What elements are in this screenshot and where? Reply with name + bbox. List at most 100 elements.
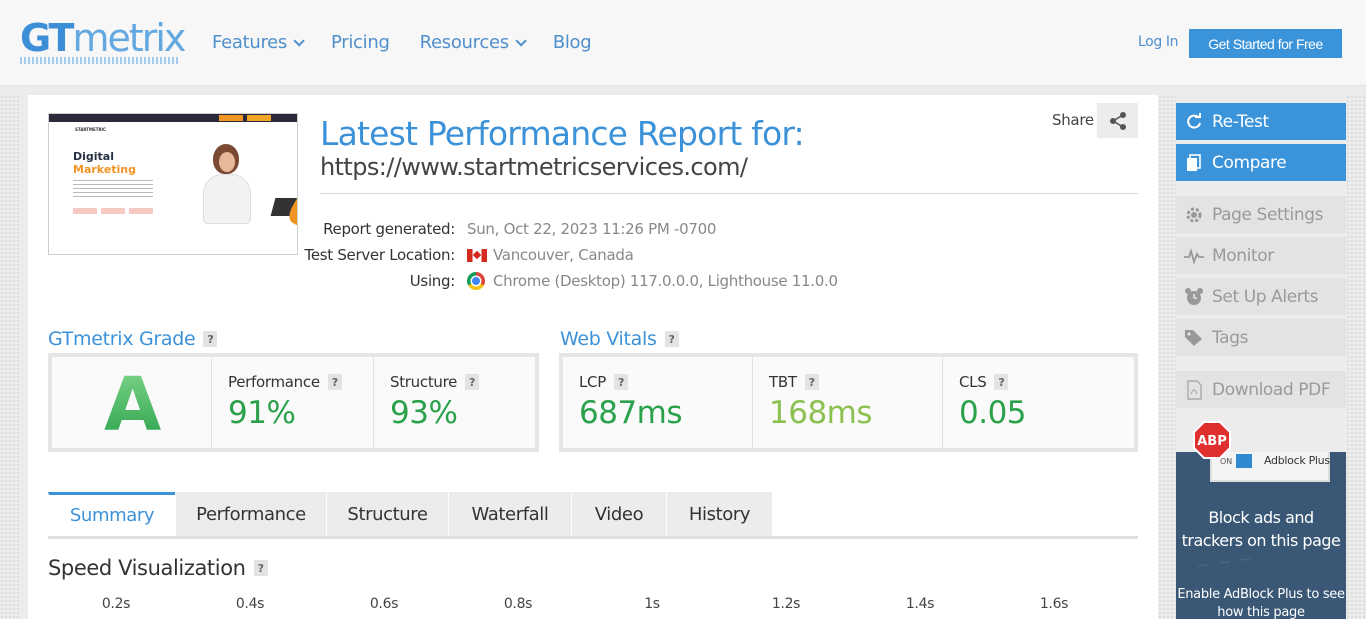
- set-up-alerts-button[interactable]: Set Up Alerts: [1176, 278, 1346, 315]
- tab-waterfall[interactable]: Waterfall: [448, 492, 571, 536]
- web-vitals-panel: LCP? 687ms TBT? 168ms CLS? 0.05: [559, 353, 1138, 452]
- performance-label: Performance?: [228, 373, 342, 391]
- timeline-tick: 1s: [644, 596, 660, 612]
- label-text: Structure: [390, 373, 458, 391]
- help-icon[interactable]: ?: [327, 374, 342, 390]
- tab-structure[interactable]: Structure: [326, 492, 448, 536]
- thumb-button: [73, 208, 97, 214]
- page-settings-button[interactable]: Page Settings: [1176, 196, 1346, 233]
- tab-summary[interactable]: Summary: [48, 492, 175, 536]
- adblock-plus-ad[interactable]: ~ ~ ~ ON Adblock Plus Block ads and trac…: [1176, 452, 1346, 619]
- background-pattern-right: [1158, 95, 1176, 619]
- tbt-label: TBT?: [769, 373, 819, 391]
- web-vitals-title: Web Vitals?: [560, 328, 679, 350]
- get-started-button[interactable]: Get Started for Free: [1189, 29, 1342, 58]
- adblock-plus-badge-icon: ABP: [1193, 421, 1231, 459]
- report-tabs: Summary Performance Structure Waterfall …: [48, 492, 1138, 539]
- gtmetrix-grade-title: GTmetrix Grade?: [48, 328, 218, 350]
- timeline-tick: 1.6s: [1039, 596, 1069, 612]
- gtmetrix-logo[interactable]: GTmetrix: [20, 16, 186, 60]
- share-label: Share: [1052, 111, 1094, 129]
- meta-test-server-location: Test Server Location: Vancouver, Canada: [300, 242, 900, 268]
- label-text: Performance: [228, 373, 320, 391]
- meta-key: Report generated:: [323, 220, 455, 238]
- tab-performance[interactable]: Performance: [175, 492, 326, 536]
- cls-value: 0.05: [959, 395, 1027, 431]
- login-link[interactable]: Log In: [1138, 34, 1178, 50]
- help-icon[interactable]: ?: [804, 374, 819, 390]
- share-icon: [1109, 111, 1126, 130]
- download-pdf-label: Download PDF: [1212, 379, 1331, 400]
- share-button[interactable]: [1097, 103, 1138, 138]
- timeline-tick: 0.8s: [503, 596, 533, 612]
- nav-resources-label: Resources: [419, 32, 510, 53]
- report-meta: Report generated: Sun, Oct 22, 2023 11:2…: [300, 216, 900, 294]
- meta-value-text: Vancouver, Canada: [493, 246, 634, 264]
- cls-label: CLS?: [959, 373, 1009, 391]
- thumb-accent: [219, 115, 243, 121]
- label-text: TBT: [769, 373, 797, 391]
- meta-value: Vancouver, Canada: [467, 246, 634, 264]
- help-icon[interactable]: ?: [203, 331, 218, 347]
- monitor-button[interactable]: Monitor: [1176, 237, 1346, 274]
- speed-visualization-title: Speed Visualization?: [48, 556, 268, 580]
- thumb-accent: [247, 115, 271, 121]
- label-text: CLS: [959, 373, 987, 391]
- grade-cell: A: [52, 357, 212, 448]
- timeline-tick: 1.2s: [771, 596, 801, 612]
- help-icon[interactable]: ?: [613, 374, 628, 390]
- tab-history[interactable]: History: [666, 492, 772, 536]
- cls-cell: CLS? 0.05: [943, 357, 1134, 448]
- performance-value: 91%: [228, 395, 296, 431]
- logo-underline: [20, 57, 180, 64]
- compare-icon: [1176, 153, 1212, 172]
- tbt-value: 168ms: [769, 395, 873, 431]
- nav-features[interactable]: Features: [212, 32, 305, 53]
- thumb-text-lines: [73, 180, 153, 200]
- timeline-tick: 0.2s: [101, 596, 131, 612]
- abp-badge-text: ABP: [1197, 434, 1227, 449]
- tags-label: Tags: [1212, 327, 1249, 348]
- meta-using: Using: Chrome (Desktop) 117.0.0.0, Light…: [300, 268, 900, 294]
- set-up-alerts-label: Set Up Alerts: [1212, 286, 1319, 307]
- thumb-heading: Digital: [73, 150, 114, 163]
- timeline-tick: 0.6s: [369, 596, 399, 612]
- canada-flag-icon: [467, 248, 487, 262]
- retest-button[interactable]: Re-Test: [1176, 103, 1346, 140]
- ad-body: Enable AdBlock Plus to see how this page: [1177, 587, 1345, 619]
- logo-metrix: metrix: [72, 16, 186, 60]
- nav-pricing-label: Pricing: [331, 32, 390, 53]
- gear-icon: [1176, 206, 1212, 224]
- nav-blog[interactable]: Blog: [553, 32, 592, 53]
- compare-button[interactable]: Compare: [1176, 144, 1346, 181]
- help-icon[interactable]: ?: [253, 560, 268, 576]
- section-title-text: Web Vitals: [560, 328, 657, 350]
- page-settings-label: Page Settings: [1212, 204, 1324, 225]
- label-text: LCP: [579, 373, 606, 391]
- download-pdf-button[interactable]: Download PDF: [1176, 371, 1346, 408]
- nav-blog-label: Blog: [552, 32, 592, 53]
- thumb-buttons: [73, 208, 153, 214]
- thumb-hero-image: [189, 140, 297, 230]
- timeline-tick: 1.4s: [905, 596, 935, 612]
- help-icon[interactable]: ?: [994, 374, 1009, 390]
- tags-button[interactable]: Tags: [1176, 319, 1346, 356]
- meta-value-text: Chrome (Desktop) 117.0.0.0, Lighthouse 1…: [493, 272, 838, 290]
- ad-extension-name: Adblock Plus: [1264, 454, 1330, 467]
- page-screenshot-thumbnail[interactable]: STARTMETRIC Digital Marketing: [48, 113, 298, 255]
- help-icon[interactable]: ?: [664, 331, 679, 347]
- structure-cell: Structure? 93%: [374, 357, 535, 448]
- tab-video[interactable]: Video: [571, 492, 666, 536]
- meta-key: Test Server Location:: [304, 246, 456, 264]
- timeline-tick: 0.4s: [235, 596, 265, 612]
- thumb-heading-accent: Marketing: [73, 163, 137, 176]
- lcp-label: LCP?: [579, 373, 628, 391]
- pdf-icon: [1176, 379, 1212, 400]
- nav-pricing[interactable]: Pricing: [331, 32, 390, 53]
- nav-resources[interactable]: Resources: [419, 32, 527, 53]
- help-icon[interactable]: ?: [465, 374, 480, 390]
- scroll-area-edge: [1346, 95, 1366, 619]
- report-url[interactable]: https://www.startmetricservices.com/: [320, 153, 748, 181]
- ad-background-decoration: ~ ~ ~: [1194, 548, 1254, 577]
- section-title-text: Speed Visualization: [48, 556, 246, 580]
